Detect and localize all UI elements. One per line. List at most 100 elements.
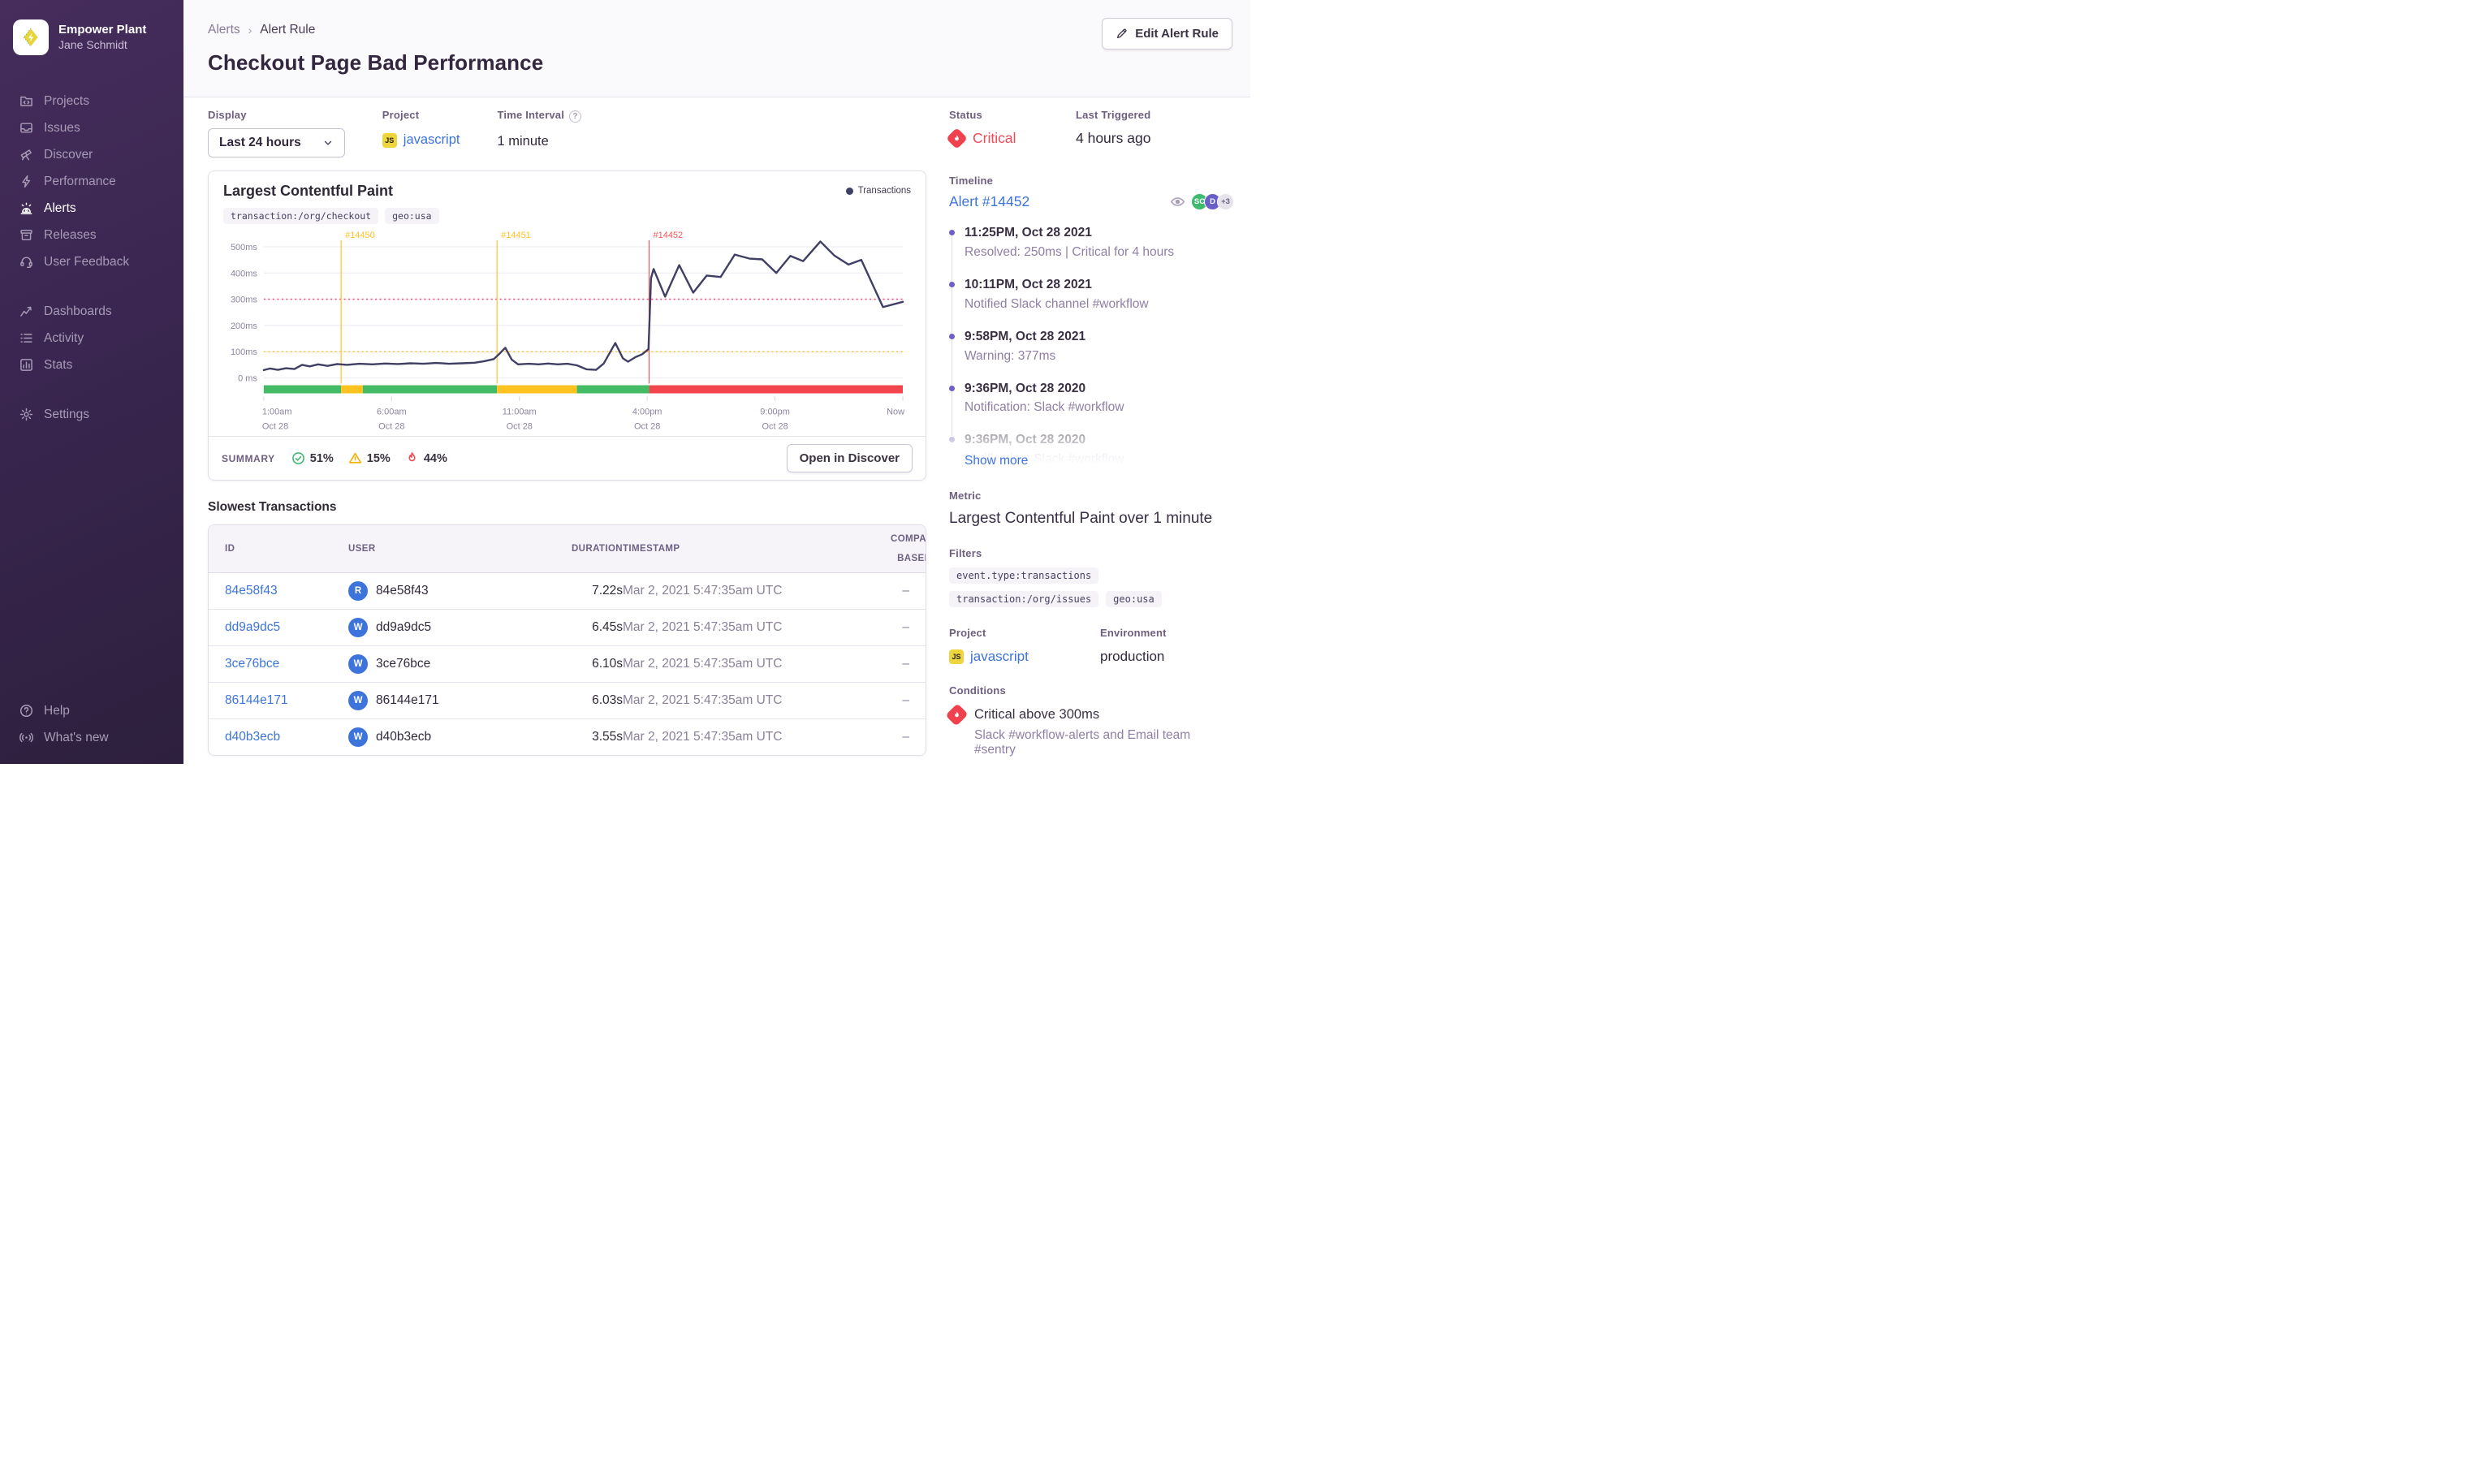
table-row[interactable]: 84e58f43 R 84e58f43 7.22s Mar 2, 2021 5:47:3…: [209, 573, 926, 610]
timeline-dot-icon: [949, 385, 955, 391]
project-javascript-link[interactable]: javascript: [404, 132, 460, 148]
help-tooltip-icon[interactable]: ?: [569, 110, 582, 123]
sidebar-item-performance[interactable]: Performance: [0, 168, 183, 195]
transactions-legend-label: Transactions: [857, 186, 911, 196]
time-interval-value: 1 minute: [497, 134, 549, 149]
timeline-entry-desc: Warning: 377ms: [965, 348, 1056, 363]
conditions-block: Conditions Critical above 300ms Slack #w…: [945, 684, 1234, 757]
svg-text:1:00am: 1:00am: [262, 407, 292, 416]
projects-icon: [19, 94, 33, 108]
transactions-legend-dot: [845, 187, 853, 195]
sidebar-item-user-feedback[interactable]: User Feedback: [0, 248, 183, 275]
lcp-chart[interactable]: 0 ms 100ms 200ms 300ms 400ms 500ms #14450 #1445…: [223, 227, 911, 431]
org-names: Empower Plant Jane Schmidt: [58, 23, 146, 52]
lcp-chart-card: Largest Contentful Paint transaction:/or…: [208, 170, 926, 481]
main-area: Alerts › Alert Rule Checkout Page Bad Pe…: [183, 0, 1250, 764]
releases-icon: [19, 228, 33, 242]
svg-text:Now: Now: [887, 407, 904, 416]
transaction-id-link[interactable]: 86144e171: [225, 693, 348, 708]
sidebar-item-help[interactable]: Help: [0, 697, 183, 724]
breadcrumb-alerts-link[interactable]: Alerts: [208, 23, 240, 37]
conditions-label: Conditions: [949, 684, 1006, 697]
sidebar-item-label: What's new: [44, 730, 109, 744]
table-row[interactable]: dd9a9dc5 Wdd9a9dc5 6.45s Mar 2, 2021 5:47:3…: [209, 610, 926, 647]
status-label: Status: [949, 109, 982, 121]
sidebar-item-discover[interactable]: Discover: [0, 141, 183, 168]
duration-value: 3.55s: [592, 730, 623, 744]
timeline-entry: 10:11PM, Oct 28 2021 Notified Slack chann…: [949, 277, 1234, 313]
chart-legend[interactable]: Transactions: [845, 186, 911, 196]
time-interval-control: Time Interval? 1 minute: [497, 109, 582, 149]
baseline-value: –: [902, 620, 909, 635]
sidebar-nav: Projects Issues Discover Performance Alerts R…: [0, 60, 183, 428]
activity-icon: [19, 331, 33, 345]
svg-text:Oct 28: Oct 28: [378, 421, 404, 431]
critical-flame-icon: [946, 127, 968, 149]
sidebar-item-label: Discover: [44, 147, 93, 162]
transaction-id-link[interactable]: dd9a9dc5: [225, 620, 348, 635]
project-control: Project JS javascript: [382, 109, 460, 148]
timeline-dot-icon: [949, 281, 955, 287]
last-triggered-value: 4 hours ago: [1076, 130, 1151, 146]
open-in-discover-button[interactable]: Open in Discover: [786, 444, 913, 473]
chevron-right-icon: ›: [248, 24, 252, 37]
svg-text:9:00pm: 9:00pm: [760, 407, 790, 416]
sidebar-item-what-s-new[interactable]: What's new: [0, 724, 183, 751]
sidebar-item-label: Issues: [44, 120, 80, 135]
timeline-label: Timeline: [949, 175, 994, 187]
sidebar-item-projects[interactable]: Projects: [0, 88, 183, 114]
filter-chip: transaction:/org/issues: [949, 591, 1099, 608]
chart-tag: geo:usa: [385, 208, 439, 224]
timeline-entry-time: 9:36PM, Oct 28 2020: [965, 433, 1086, 447]
timeline-entry: 11:25PM, Oct 28 2021 Resolved: 250ms | Cr…: [949, 225, 1234, 261]
sidebar-item-stats[interactable]: Stats: [0, 352, 183, 378]
timeline-list: 11:25PM, Oct 28 2021 Resolved: 250ms | Cr…: [949, 225, 1234, 468]
display-range-dropdown[interactable]: Last 24 hours: [208, 128, 345, 157]
sidebar-item-alerts[interactable]: Alerts: [0, 195, 183, 222]
edit-alert-rule-button[interactable]: Edit Alert Rule: [1102, 18, 1232, 50]
svg-text:Oct 28: Oct 28: [262, 421, 288, 431]
table-row[interactable]: 86144e171 W 86144e171 6.03s Mar 2, 2021 5:47…: [209, 683, 926, 720]
svg-text:300ms: 300ms: [231, 296, 257, 305]
project-detail-link[interactable]: javascript: [970, 649, 1029, 665]
svg-text:#14452: #14452: [654, 231, 684, 240]
sidebar-item-issues[interactable]: Issues: [0, 114, 183, 141]
timestamp-value: Mar 2, 2021 5:47:35am UTC: [623, 730, 783, 744]
alert-number-link[interactable]: Alert #14452: [949, 193, 1029, 210]
critical-flame-icon: [945, 703, 969, 727]
column-header-timestamp: TIMESTAMP: [623, 544, 680, 554]
breadcrumb: Alerts › Alert Rule: [208, 23, 1231, 37]
user-name: d40b3ecb: [376, 730, 432, 744]
project-detail-label: Project: [949, 627, 986, 640]
svg-text:#14450: #14450: [345, 231, 375, 240]
svg-text:#14451: #14451: [501, 231, 531, 240]
transaction-id-link[interactable]: 3ce76bce: [225, 657, 348, 671]
sidebar-item-activity[interactable]: Activity: [0, 325, 183, 352]
sidebar-section-primary: Projects Issues Discover Performance Alerts R…: [0, 88, 183, 275]
sidebar-item-dashboards[interactable]: Dashboards: [0, 298, 183, 325]
baseline-value: –: [902, 657, 909, 671]
sidebar-item-releases[interactable]: Releases: [0, 222, 183, 248]
org-switcher[interactable]: Empower Plant Jane Schmidt: [0, 15, 183, 60]
sidebar: Empower Plant Jane Schmidt Projects Issue…: [0, 0, 183, 764]
sidebar-item-settings[interactable]: Settings: [0, 401, 183, 428]
help-icon: [19, 704, 33, 718]
table-row[interactable]: d40b3ecb Wd40b3ecb 3.55s Mar 2, 2021 5:47:3…: [209, 719, 926, 755]
timeline-dot-icon: [949, 230, 955, 235]
last-triggered-label: Last Triggered: [1076, 109, 1151, 121]
metric-value: Largest Contentful Paint over 1 minute: [949, 510, 1213, 528]
environment-value: production: [1100, 649, 1165, 665]
slowest-transactions-table: ID USER DURATIONTIMESTAMP COMPARED TO BASEL…: [208, 524, 926, 757]
show-more-link[interactable]: Show more: [965, 454, 1028, 468]
display-label: Display: [208, 109, 247, 121]
sidebar-item-label: Alerts: [44, 201, 76, 215]
metric-block: Metric Largest Contentful Paint over 1 m…: [949, 490, 1234, 528]
condition-subtitle: Slack #workflow-alerts and Email team #s…: [974, 728, 1191, 757]
transaction-id-link[interactable]: d40b3ecb: [225, 730, 348, 744]
javascript-platform-icon: JS: [382, 132, 397, 148]
table-row[interactable]: 3ce76bce W 3ce76bce 6.10s Mar 2, 2021 5:47:3…: [209, 646, 926, 684]
transaction-id-link[interactable]: 84e58f43: [225, 584, 348, 598]
column-header-duration: DURATION: [571, 544, 623, 554]
duration-value: 7.22s: [592, 584, 623, 598]
timeline-entry-desc: Resolved: 250ms | Critical for 4 hours: [965, 244, 1175, 259]
